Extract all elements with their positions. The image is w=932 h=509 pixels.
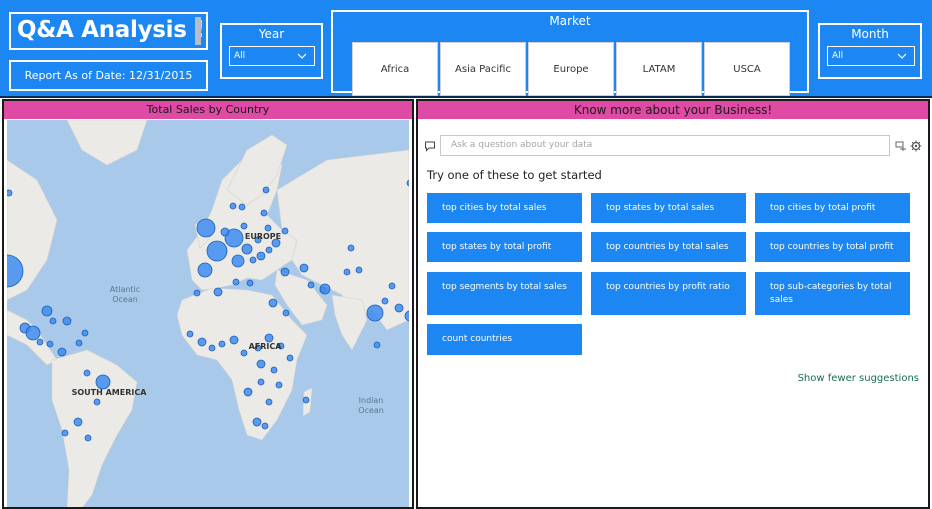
world-map[interactable]: Atlantic Ocean Indian Ocean EUROPE AFRIC… xyxy=(7,120,409,507)
page-title: Q&A Analysis ! xyxy=(17,17,205,43)
market-slicer: Market Africa Asia Pacific Europe LATAM … xyxy=(331,10,809,96)
year-dropdown[interactable]: All xyxy=(229,46,315,66)
map-land xyxy=(7,120,409,507)
map-panel: Total Sales by Country Atlantic Ocean In… xyxy=(2,99,414,509)
suggestion-button[interactable]: top sub-categories by total sales xyxy=(755,272,910,315)
month-slicer: Month All xyxy=(818,23,922,79)
month-dropdown[interactable]: All xyxy=(827,46,915,66)
atlantic-label-1: Atlantic xyxy=(110,285,140,294)
try-suggestions-text: Try one of these to get started xyxy=(427,168,602,182)
teach-icon[interactable] xyxy=(895,140,907,152)
qa-panel-title: Know more about your Business! xyxy=(418,101,928,119)
suggestion-button[interactable]: top countries by total profit xyxy=(755,232,910,262)
year-slicer: Year All xyxy=(220,23,323,79)
qa-panel: Know more about your Business! Ask a que… xyxy=(416,99,930,509)
suggestion-button[interactable]: count countries xyxy=(427,324,582,355)
year-slicer-title: Year xyxy=(258,27,285,41)
suggestion-button[interactable]: top states by total sales xyxy=(591,193,746,223)
indian-label-2: Ocean xyxy=(358,406,384,415)
show-fewer-suggestions-link[interactable]: Show fewer suggestions xyxy=(798,373,919,384)
market-tile-africa[interactable]: Africa xyxy=(352,42,438,96)
suggestion-button[interactable]: top cities by total sales xyxy=(427,193,582,223)
suggestion-button[interactable]: top states by total profit xyxy=(427,232,582,262)
report-date: Report As of Date: 12/31/2015 xyxy=(9,60,208,91)
suggestion-button[interactable]: top segments by total sales xyxy=(427,272,582,315)
market-slicer-title: Market xyxy=(549,14,591,28)
atlantic-label-2: Ocean xyxy=(112,295,138,304)
map-canvas: Atlantic Ocean Indian Ocean EUROPE AFRIC… xyxy=(7,120,409,507)
market-tile-europe[interactable]: Europe xyxy=(528,42,614,96)
month-slicer-title: Month xyxy=(851,27,889,41)
suggestion-button[interactable]: top cities by total profit xyxy=(755,193,910,223)
europe-label: EUROPE xyxy=(245,232,281,241)
market-tile-asia-pacific[interactable]: Asia Pacific xyxy=(440,42,526,96)
suggestion-button[interactable]: top countries by total sales xyxy=(591,232,746,262)
market-tile-latam[interactable]: LATAM xyxy=(616,42,702,96)
settings-gear-icon[interactable] xyxy=(910,140,922,152)
title-accent-bar xyxy=(195,17,201,45)
market-tile-usca[interactable]: USCA xyxy=(704,42,790,96)
chat-icon xyxy=(425,141,435,152)
map-panel-title: Total Sales by Country xyxy=(4,101,412,119)
chevron-down-icon xyxy=(297,53,307,59)
africa-label: AFRICA xyxy=(249,342,283,351)
year-dropdown-value: All xyxy=(234,51,246,61)
indian-label-1: Indian xyxy=(359,396,384,405)
title-box: Q&A Analysis ! xyxy=(9,12,208,50)
qa-question-input[interactable]: Ask a question about your data xyxy=(440,135,890,156)
month-dropdown-value: All xyxy=(832,51,844,61)
south-america-label: SOUTH AMERICA xyxy=(72,388,148,397)
suggestion-button[interactable]: top countries by profit ratio xyxy=(591,272,746,315)
header-bar: Q&A Analysis ! Report As of Date: 12/31/… xyxy=(0,0,932,98)
chevron-down-icon xyxy=(897,53,907,59)
